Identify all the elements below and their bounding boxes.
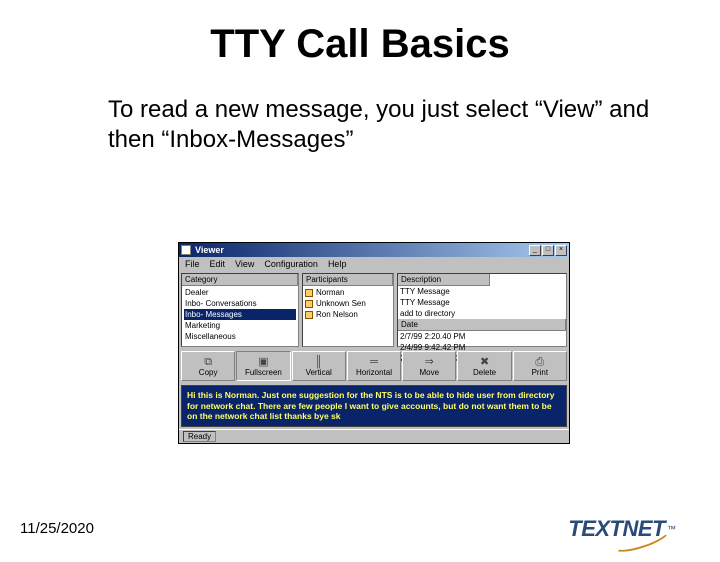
category-item[interactable]: Miscellaneous — [184, 331, 296, 342]
menu-help[interactable]: Help — [328, 259, 347, 269]
fullscreen-icon: ▣ — [258, 356, 268, 368]
horizontal-button[interactable]: ═Horizontal — [347, 351, 401, 381]
category-header[interactable]: Category — [182, 274, 298, 286]
category-pane: Category Dealer Inbo- Conversations Inbo… — [181, 273, 299, 347]
window-controls: _ □ × — [529, 245, 567, 256]
description-header[interactable]: Description — [398, 274, 490, 286]
participant-label: Unknown Sen — [316, 298, 366, 309]
person-icon — [305, 289, 313, 297]
menu-file[interactable]: File — [185, 259, 200, 269]
participants-header[interactable]: Participants — [303, 274, 393, 286]
toolbar-label: Copy — [199, 368, 218, 377]
participants-pane: Participants Norman Unknown Sen Ron Nels… — [302, 273, 394, 347]
print-button[interactable]: ⎙Print — [513, 351, 567, 381]
description-column: Description TTY Message TTY Message add … — [398, 274, 490, 319]
maximize-button[interactable]: □ — [542, 245, 554, 256]
participant-item[interactable]: Norman — [305, 287, 391, 298]
close-button[interactable]: × — [555, 245, 567, 256]
print-icon: ⎙ — [535, 356, 544, 368]
category-item[interactable]: Dealer — [184, 287, 296, 298]
description-item[interactable]: add to directory — [398, 308, 490, 319]
copy-icon: ⧉ — [204, 356, 212, 368]
logo: TEXTNET ™ — [568, 516, 676, 542]
toolbar-label: Print — [532, 368, 548, 377]
toolbar-label: Fullscreen — [245, 368, 282, 377]
participant-label: Ron Nelson — [316, 309, 358, 320]
move-icon: ⇒ — [425, 356, 434, 368]
titlebar[interactable]: Viewer _ □ × — [179, 243, 569, 257]
message-area: Hi this is Norman. Just one suggestion f… — [181, 385, 567, 427]
toolbar-label: Vertical — [306, 368, 332, 377]
horizontal-icon: ═ — [370, 356, 378, 368]
description-item[interactable]: TTY Message — [398, 297, 490, 308]
vertical-icon: ║ — [315, 356, 323, 368]
slide-body: To read a new message, you just select “… — [108, 95, 660, 155]
person-icon — [305, 300, 313, 308]
details-pane: Description TTY Message TTY Message add … — [397, 273, 567, 347]
date-item: 2/7/99 2:20.40 PM — [398, 331, 566, 342]
fullscreen-button[interactable]: ▣Fullscreen — [236, 351, 290, 381]
category-list: Dealer Inbo- Conversations Inbo- Message… — [182, 286, 298, 343]
description-item[interactable]: TTY Message — [398, 286, 490, 297]
viewer-window: Viewer _ □ × File Edit View Configuratio… — [178, 242, 570, 444]
vertical-button[interactable]: ║Vertical — [292, 351, 346, 381]
toolbar-label: Delete — [473, 368, 496, 377]
footer-date: 11/25/2020 — [20, 520, 94, 537]
status-text: Ready — [183, 431, 216, 442]
participant-item[interactable]: Ron Nelson — [305, 309, 391, 320]
date-header[interactable]: Date — [398, 319, 566, 331]
menu-view[interactable]: View — [235, 259, 254, 269]
delete-button[interactable]: ✖Delete — [457, 351, 511, 381]
category-item[interactable]: Inbo- Conversations — [184, 298, 296, 309]
menu-configuration[interactable]: Configuration — [264, 259, 318, 269]
participant-item[interactable]: Unknown Sen — [305, 298, 391, 309]
titlebar-text: Viewer — [195, 245, 529, 255]
panes: Category Dealer Inbo- Conversations Inbo… — [179, 271, 569, 349]
menubar: File Edit View Configuration Help — [179, 257, 569, 271]
participant-label: Norman — [316, 287, 344, 298]
app-icon — [181, 245, 191, 255]
person-icon — [305, 311, 313, 319]
toolbar: ⧉Copy ▣Fullscreen ║Vertical ═Horizontal … — [179, 349, 569, 383]
participants-list: Norman Unknown Sen Ron Nelson — [303, 286, 393, 321]
move-button[interactable]: ⇒Move — [402, 351, 456, 381]
slide-title: TTY Call Basics — [0, 22, 720, 67]
category-item[interactable]: Marketing — [184, 320, 296, 331]
minimize-button[interactable]: _ — [529, 245, 541, 256]
logo-text: TEXTNET — [568, 516, 665, 542]
toolbar-label: Horizontal — [356, 368, 392, 377]
delete-icon: ✖ — [480, 356, 489, 368]
toolbar-label: Move — [419, 368, 439, 377]
statusbar: Ready — [179, 429, 569, 443]
copy-button[interactable]: ⧉Copy — [181, 351, 235, 381]
category-item-selected[interactable]: Inbo- Messages — [184, 309, 296, 320]
menu-edit[interactable]: Edit — [210, 259, 226, 269]
